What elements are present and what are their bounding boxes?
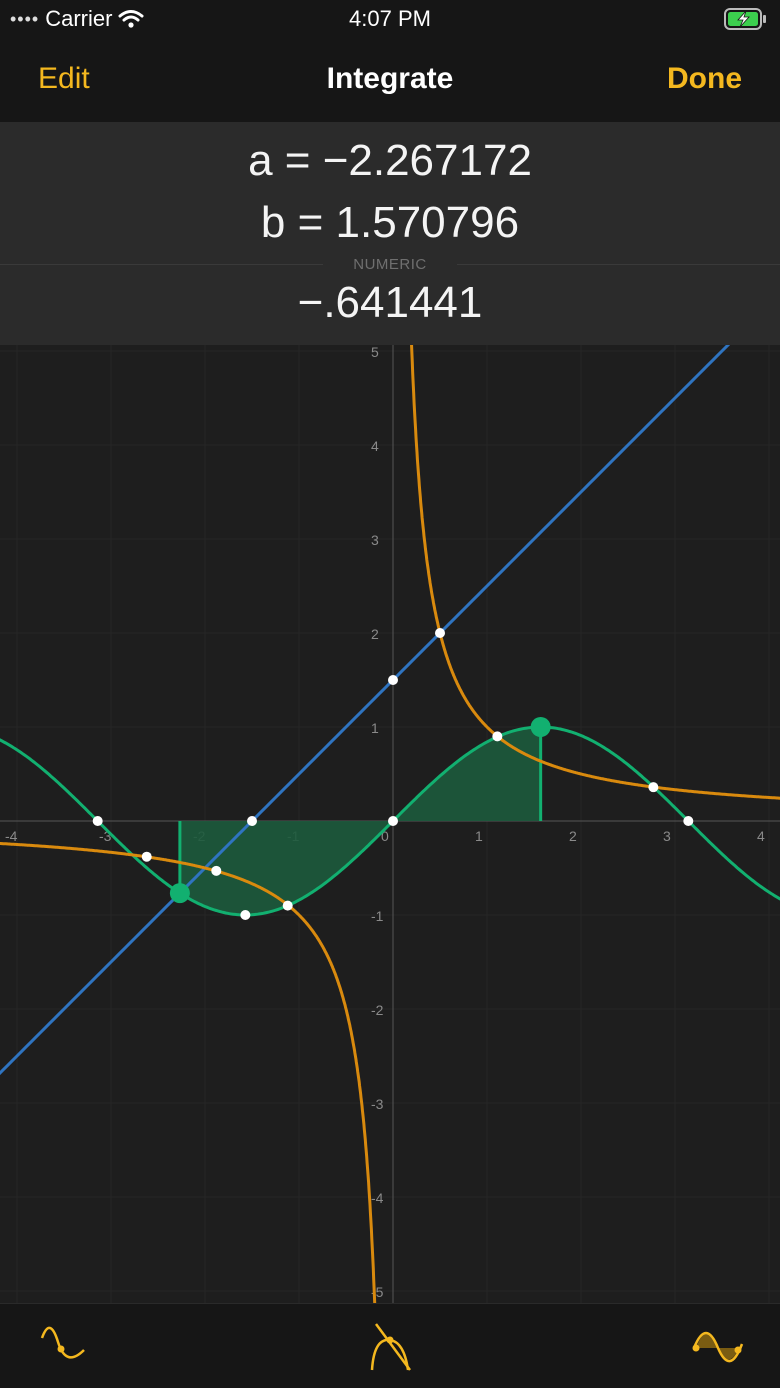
graph-canvas[interactable]: -4-3-2-10123454321-1-2-3-4-5 (0, 290, 780, 1374)
y-tick-label: -4 (371, 1190, 384, 1206)
sine-curve-icon[interactable] (32, 1318, 92, 1374)
key-point (492, 731, 503, 742)
x-tick-label: 4 (757, 828, 765, 844)
clock: 4:07 PM (349, 6, 431, 31)
key-point (683, 816, 694, 826)
x-tick-label: -4 (5, 828, 18, 844)
mode-label: NUMERIC (0, 256, 780, 273)
lower-bound-handle (169, 883, 190, 904)
y-tick-label: 5 (371, 345, 379, 360)
integration-panel: a = −2.267172 b = 1.570796 NUMERIC −.641… (0, 122, 780, 345)
key-point (388, 675, 398, 685)
x-tick-label: 2 (569, 828, 577, 844)
bottom-toolbar (0, 1303, 780, 1388)
key-point (282, 900, 293, 911)
nav-bar: Edit Integrate Done (0, 40, 780, 123)
y-tick-label: -3 (371, 1096, 384, 1112)
page-title: Integrate (326, 62, 454, 95)
integral-result: −.641441 (297, 278, 483, 327)
key-point (648, 782, 659, 793)
battery-charging-icon (724, 8, 768, 35)
integral-area-icon[interactable] (688, 1318, 748, 1374)
y-tick-label: -2 (371, 1002, 384, 1018)
key-point (92, 816, 103, 826)
y-tick-label: 1 (371, 720, 379, 736)
key-point (388, 816, 398, 826)
lower-bound-field[interactable]: a = −2.267172 (0, 136, 780, 186)
y-tick-label: 4 (371, 438, 379, 454)
y-tick-label: 2 (371, 626, 379, 642)
key-point (247, 816, 257, 826)
key-point (211, 865, 222, 876)
y-tick-label: 3 (371, 532, 379, 548)
done-button[interactable]: Done (667, 62, 742, 96)
tangent-curve-icon[interactable] (360, 1318, 420, 1374)
upper-bound-field[interactable]: b = 1.570796 (0, 198, 780, 248)
graph-plot[interactable]: -4-3-2-10123454321-1-2-3-4-5 (0, 290, 780, 1374)
key-point (141, 851, 152, 862)
upper-bound-handle (530, 717, 551, 737)
key-point (240, 910, 251, 920)
x-tick-label: 3 (663, 828, 671, 844)
x-tick-label: 1 (475, 828, 483, 844)
key-point (435, 628, 445, 638)
numeric-label-text: NUMERIC (323, 256, 457, 273)
status-bar: •••• Carrier 4:07 PM (0, 0, 780, 40)
y-tick-label: -1 (371, 908, 384, 924)
